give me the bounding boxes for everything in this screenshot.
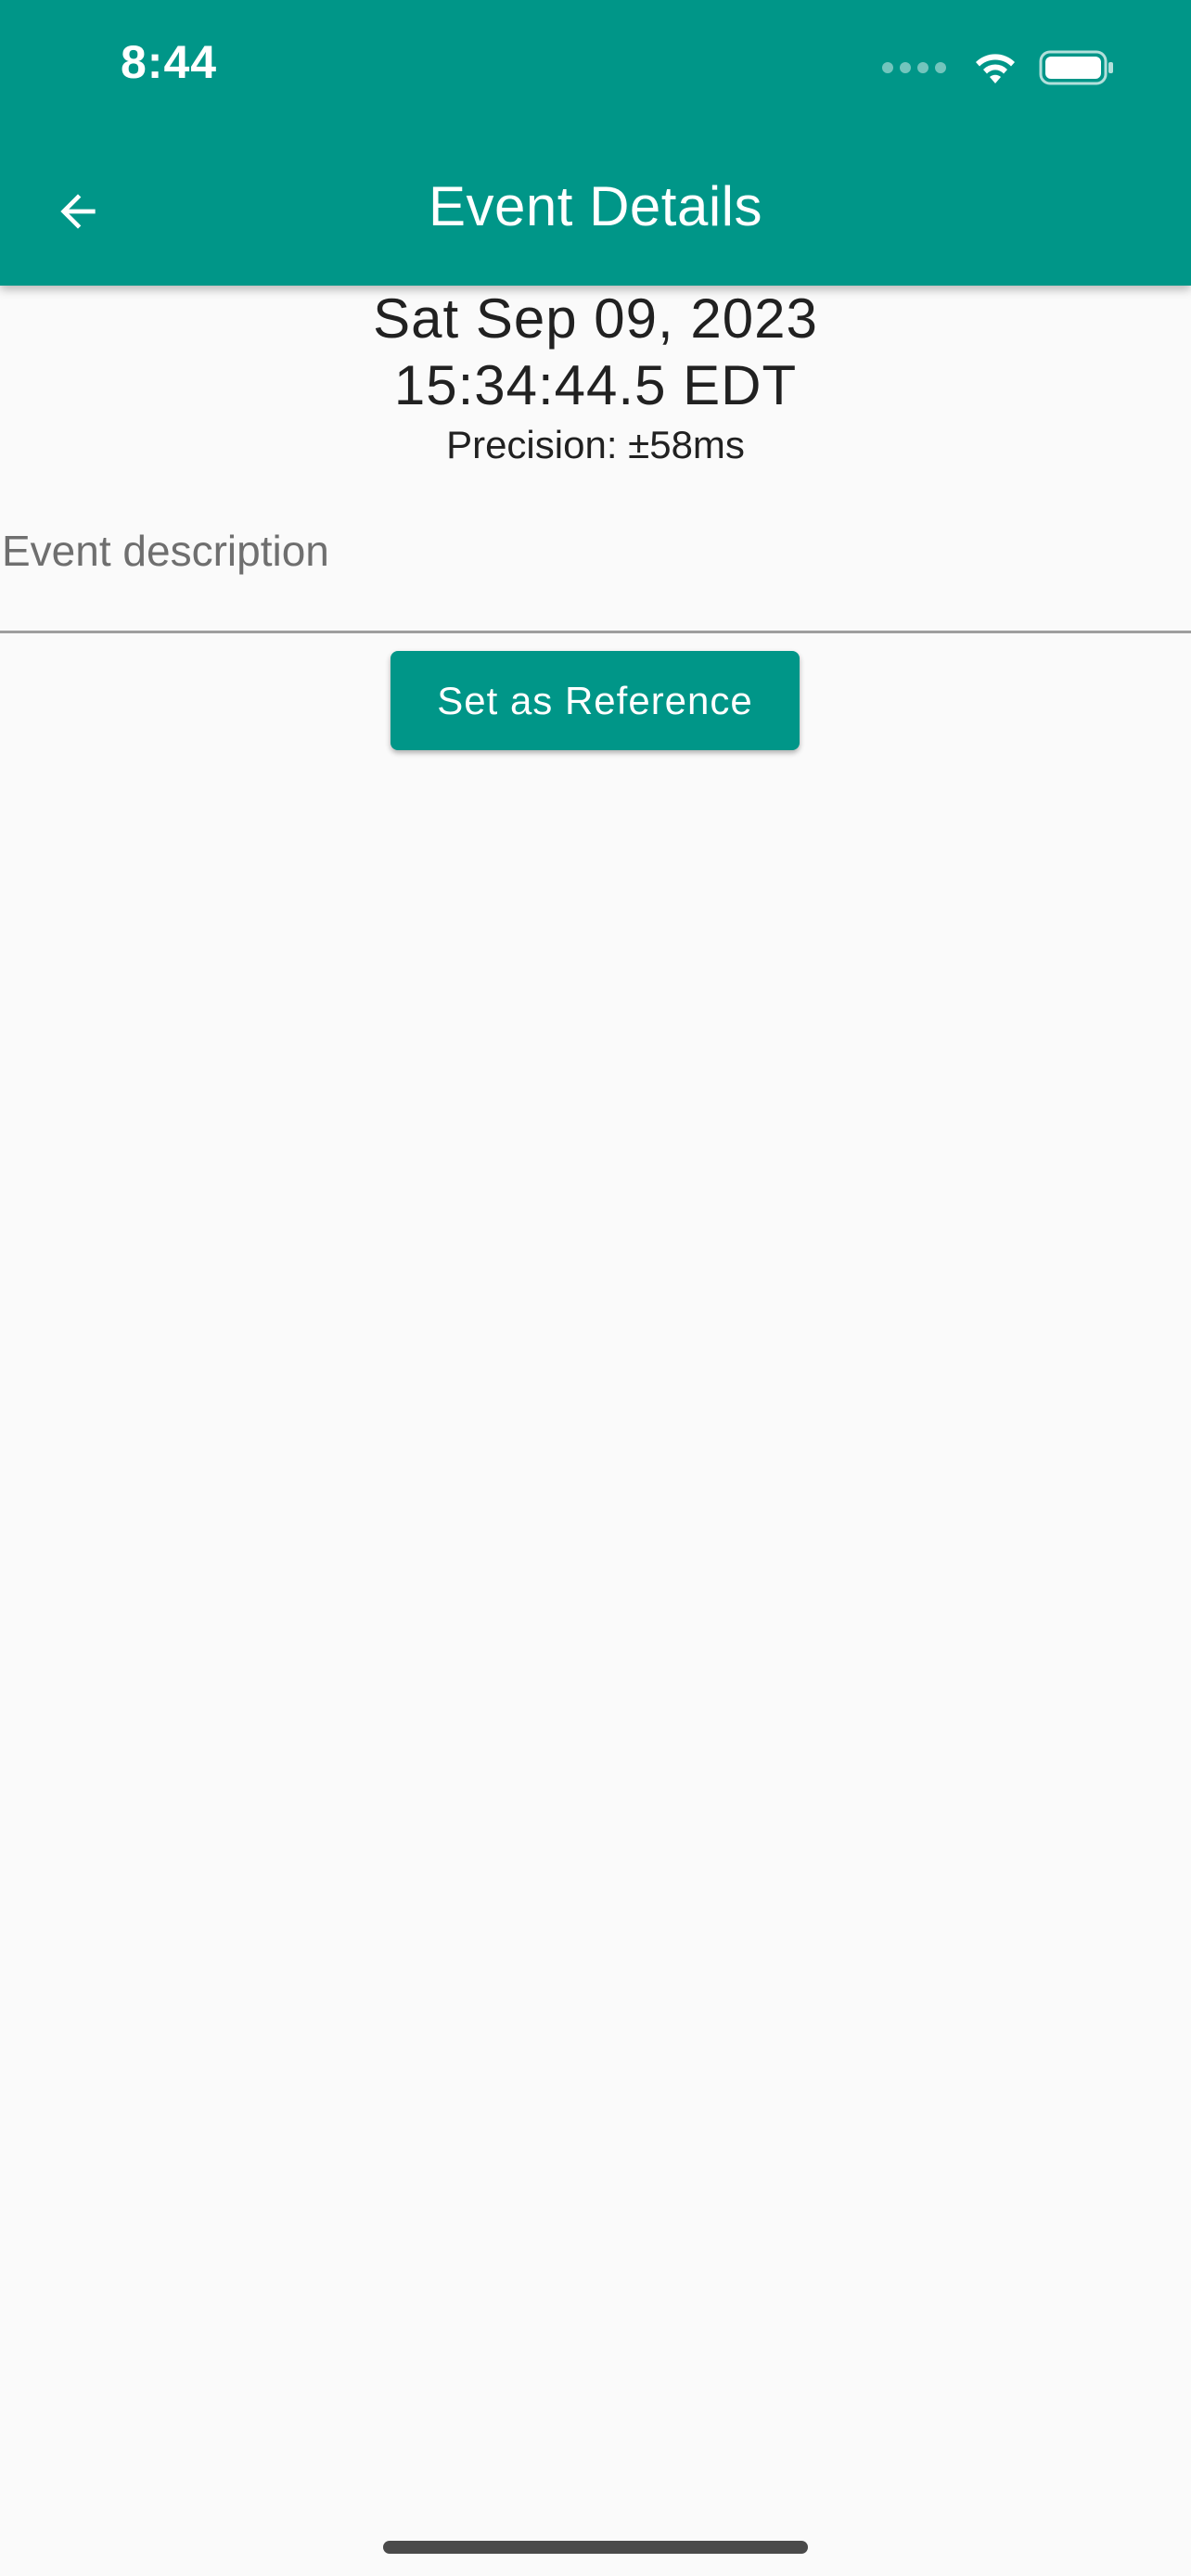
app-bar: 8:44 Event Details xyxy=(0,0,1191,286)
event-description-input[interactable] xyxy=(0,510,1191,633)
wifi-icon xyxy=(976,54,1015,83)
event-precision: Precision: ±58ms xyxy=(446,423,745,466)
battery-icon xyxy=(1039,50,1113,85)
cellular-signal-icon xyxy=(882,62,946,73)
event-date: Sat Sep 09, 2023 xyxy=(373,287,818,350)
set-as-reference-button[interactable]: Set as Reference xyxy=(391,651,800,750)
home-indicator xyxy=(383,2541,808,2554)
status-icons xyxy=(882,45,1115,91)
status-time: 8:44 xyxy=(121,36,218,88)
event-details-screen: 8:44 Event Details Sat Sep 09, 2023 15:3… xyxy=(0,0,1191,2576)
page-title: Event Details xyxy=(429,175,762,237)
event-time: 15:34:44.5 EDT xyxy=(393,354,798,416)
